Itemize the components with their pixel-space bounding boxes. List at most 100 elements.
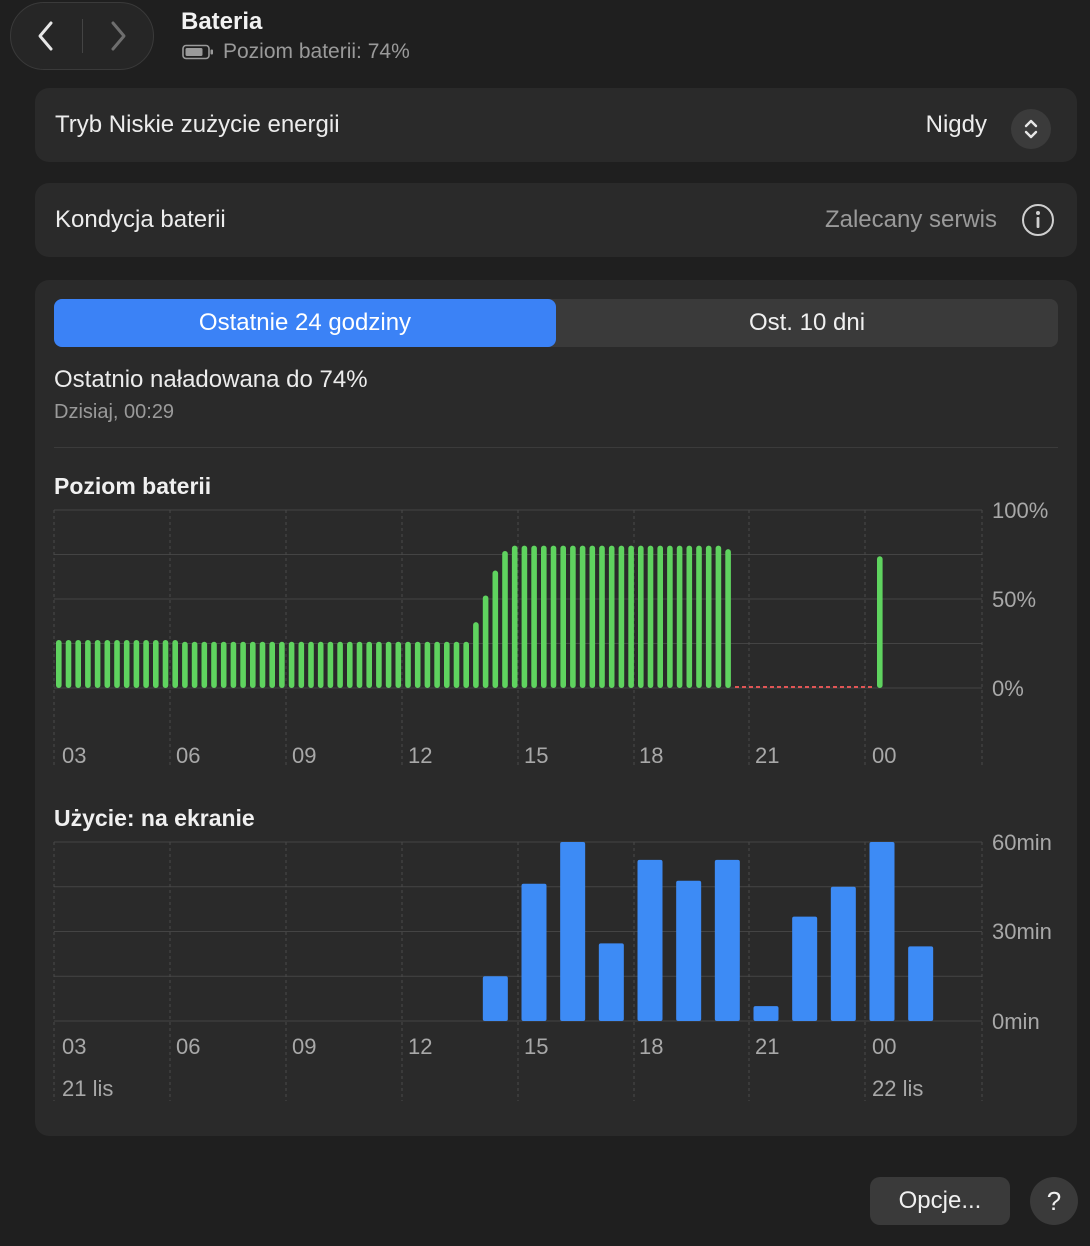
battery-bar: [240, 641, 246, 688]
battery-bar: [705, 545, 712, 688]
usage-bar: [676, 880, 702, 1021]
battery-x-tick-label: 15: [524, 743, 548, 768]
usage-bar: [830, 886, 856, 1021]
forward-button[interactable]: [83, 2, 154, 70]
chevron-right-icon: [111, 21, 126, 51]
battery-bar: [279, 641, 285, 688]
chevron-left-icon: [38, 21, 53, 51]
navigation-buttons: [10, 2, 154, 70]
battery-y-tick-label: 50%: [992, 587, 1036, 612]
battery-bar: [608, 545, 615, 688]
battery-x-tick-label: 12: [408, 743, 432, 768]
last-charged-text: Ostatnio naładowana do 74%: [54, 366, 368, 393]
options-button[interactable]: Opcje...: [870, 1177, 1010, 1225]
battery-bar: [589, 545, 596, 688]
battery-bar: [201, 641, 208, 688]
battery-bar: [259, 641, 266, 688]
battery-x-tick-label: 21: [755, 743, 779, 768]
tab-last-10-days[interactable]: Ost. 10 dni: [556, 299, 1058, 347]
battery-bar: [220, 641, 227, 688]
battery-bar: [618, 545, 625, 688]
battery-bar-current: [877, 556, 883, 688]
battery-health-value: Zalecany serwis: [824, 206, 997, 233]
chevron-up-down-icon: [1024, 119, 1038, 139]
battery-bar: [298, 641, 305, 688]
battery-bar: [570, 545, 576, 688]
battery-bar: [347, 641, 353, 688]
battery-bar: [405, 641, 411, 688]
battery-bar: [463, 641, 469, 688]
tab-last-24-hours[interactable]: Ostatnie 24 godziny: [54, 299, 556, 347]
battery-bar: [162, 639, 169, 688]
battery-y-tick-label: 100%: [992, 500, 1048, 523]
low-power-value[interactable]: Nigdy: [926, 111, 987, 139]
low-power-stepper[interactable]: [1011, 109, 1051, 149]
battery-bar: [395, 641, 402, 688]
battery-bar: [521, 545, 528, 688]
battery-bar: [104, 639, 111, 688]
battery-bar: [541, 545, 547, 688]
low-power-label: Tryb Niskie zużycie energii: [55, 111, 340, 138]
battery-x-tick-label: 00: [872, 743, 896, 768]
battery-bar: [143, 639, 149, 688]
battery-bar: [308, 641, 314, 688]
usage-x-tick-label: 15: [524, 1034, 548, 1059]
battery-bar: [114, 639, 120, 688]
battery-bar: [492, 570, 499, 688]
battery-bar: [444, 641, 450, 688]
battery-bar: [424, 641, 431, 688]
usage-panel: Ostatnie 24 godziny Ost. 10 dni Ostatnio…: [35, 280, 1077, 1136]
usage-y-tick-label: 0min: [992, 1009, 1040, 1034]
usage-y-tick-label: 30min: [992, 919, 1052, 944]
usage-x-tick-label: 21: [755, 1034, 779, 1059]
info-icon[interactable]: [1021, 203, 1055, 237]
battery-bar: [65, 639, 72, 688]
battery-bar: [667, 545, 673, 688]
page-title: Bateria: [181, 8, 263, 35]
usage-x-tick-label: 03: [62, 1034, 86, 1059]
battery-bar: [715, 545, 722, 688]
usage-x-tick-label: 09: [292, 1034, 316, 1059]
battery-x-tick-label: 06: [176, 743, 200, 768]
battery-health-row: Kondycja baterii Zalecany serwis: [35, 183, 1077, 257]
battery-bar: [133, 639, 140, 688]
battery-bar: [94, 639, 101, 688]
battery-bar: [211, 641, 217, 688]
usage-date-label: 21 lis: [62, 1076, 113, 1101]
battery-bar: [696, 545, 702, 688]
help-button[interactable]: ?: [1030, 1177, 1078, 1225]
usage-bar: [637, 859, 663, 1021]
battery-x-tick-label: 03: [62, 743, 86, 768]
battery-x-tick-label: 09: [292, 743, 316, 768]
battery-bar: [123, 639, 130, 688]
battery-bar: [288, 641, 295, 688]
battery-bar: [376, 641, 382, 688]
battery-bar: [725, 549, 731, 688]
battery-bar: [172, 639, 178, 688]
battery-icon: [182, 44, 213, 60]
usage-bar: [753, 1006, 779, 1021]
battery-bar: [647, 545, 654, 688]
divider: [54, 447, 1058, 448]
battery-chart-title: Poziom baterii: [54, 473, 212, 499]
battery-bar: [502, 550, 508, 688]
back-button[interactable]: [11, 2, 82, 70]
battery-bar: [191, 641, 198, 688]
battery-bar: [638, 545, 644, 688]
usage-bar: [869, 842, 895, 1021]
battery-status: Poziom baterii: 74%: [182, 40, 410, 64]
battery-bar: [628, 545, 634, 688]
usage-bar: [598, 943, 624, 1021]
battery-bar: [356, 641, 363, 688]
usage-bar: [792, 916, 818, 1021]
battery-bar: [317, 641, 324, 688]
usage-bar: [908, 946, 934, 1021]
battery-bar: [511, 545, 518, 688]
usage-bar: [560, 842, 586, 1021]
battery-bar: [482, 595, 489, 688]
usage-x-tick-label: 18: [639, 1034, 663, 1059]
battery-status-text: Poziom baterii: 74%: [223, 40, 410, 63]
usage-bar: [521, 883, 547, 1021]
battery-bar: [385, 641, 392, 688]
battery-level-chart: 100% 50% 0% 03 06 09 12 15 18 21 00: [53, 500, 1048, 768]
